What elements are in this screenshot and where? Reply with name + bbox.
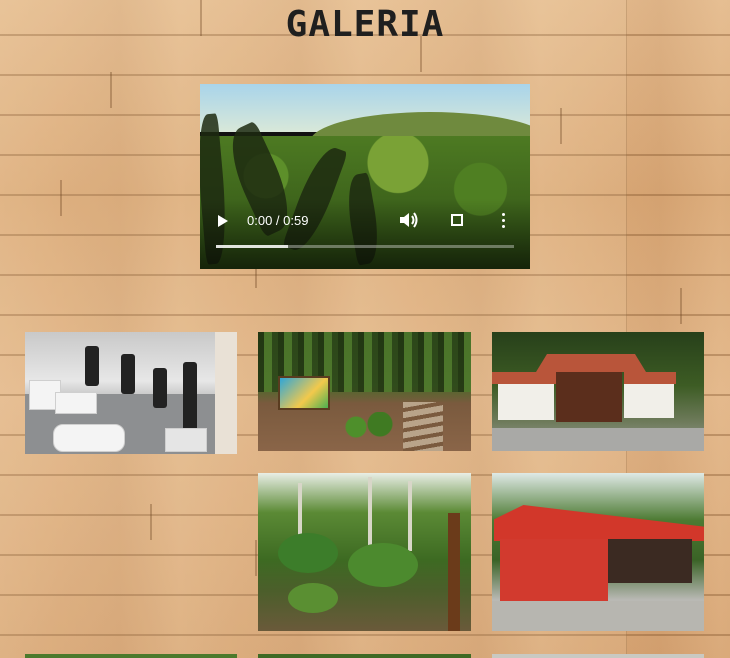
more-options-icon[interactable] xyxy=(502,213,506,229)
gallery-image-red-shed[interactable] xyxy=(492,473,704,631)
gallery-image-partial-1[interactable] xyxy=(25,654,237,658)
gallery-image-partial-2[interactable] xyxy=(258,654,471,658)
video-buffered-fill xyxy=(216,245,288,248)
video-time: 0:00 / 0:59 xyxy=(247,213,309,228)
gallery-image-white-house[interactable] xyxy=(492,332,704,451)
gallery-image-lab-microscopes[interactable] xyxy=(25,332,237,454)
gallery-image-forest-slope[interactable] xyxy=(258,473,471,631)
video-player[interactable]: 0:00 / 0:59 xyxy=(200,84,530,269)
video-progress-bar[interactable] xyxy=(216,245,514,248)
volume-icon[interactable] xyxy=(400,212,420,228)
gallery-image-garden-path[interactable] xyxy=(258,332,471,451)
video-controls-shade xyxy=(200,199,530,269)
page-title: GALERIA xyxy=(285,4,445,45)
play-icon[interactable] xyxy=(218,215,228,227)
gallery-image-partial-3[interactable] xyxy=(492,654,704,658)
fullscreen-icon[interactable] xyxy=(451,214,463,226)
